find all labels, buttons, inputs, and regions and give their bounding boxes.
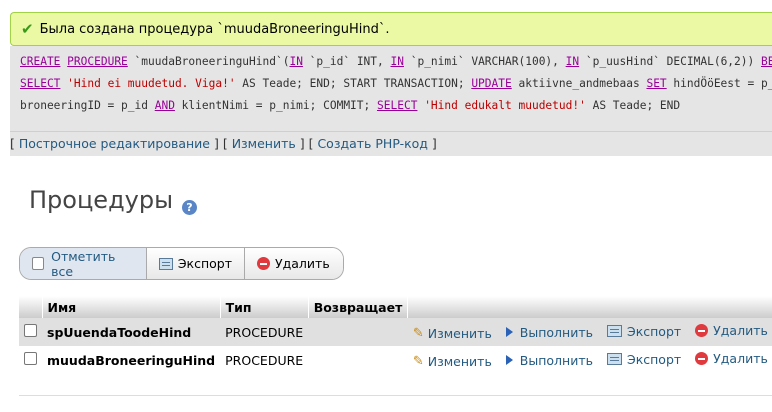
delete-action[interactable]: Удалить — [695, 323, 768, 338]
delete-action-label: Удалить — [713, 351, 768, 366]
sql-keyword[interactable]: SELECT — [20, 77, 60, 90]
sql-text: klientNimi = p_nimi; COMMIT; — [174, 99, 378, 112]
procedure-type: PROCEDURE — [220, 346, 309, 374]
delete-label: Удалить — [275, 256, 330, 271]
sql-string: 'Hind edukalt muudetud!' — [424, 99, 586, 112]
play-icon — [505, 327, 513, 337]
success-message: ✔ Была создана процедура `muudaBroneerin… — [10, 12, 772, 46]
export-icon — [606, 325, 622, 337]
success-text: Была создана процедура `muudaBroneeringu… — [39, 21, 390, 37]
delete-icon — [695, 324, 709, 337]
table-row[interactable]: spUuendaToodeHind PROCEDURE ✎ Изменить Вы… — [19, 318, 772, 346]
inline-edit-link[interactable]: Построчное редактирование — [19, 136, 210, 151]
check-all-button[interactable]: Отметить все — [20, 248, 147, 279]
sql-line: CREATE PROCEDURE `muudaBroneeringuHind`(… — [20, 51, 772, 73]
sql-keyword[interactable]: UPDATE — [471, 77, 511, 90]
sql-keyword[interactable]: IN — [566, 55, 579, 68]
export-action-label: Экспорт — [626, 351, 682, 367]
execute-action[interactable]: Выполнить — [505, 352, 593, 368]
sql-text: aktiivne_andmebaas — [511, 77, 647, 90]
export-icon — [159, 257, 173, 270]
sql-keyword[interactable]: CREATE — [20, 55, 60, 68]
sql-text: `p_nimi` VARCHAR(100), — [403, 55, 566, 68]
delete-action-label: Удалить — [713, 323, 768, 338]
delete-button[interactable]: Удалить — [245, 248, 343, 279]
sql-keyword[interactable]: PROCEDURE — [67, 55, 128, 68]
sql-string: 'Hind ei muudetud. Viga!' — [67, 77, 236, 90]
sql-keyword[interactable]: IN — [289, 55, 302, 68]
play-icon — [505, 355, 513, 365]
execute-action-label: Выполнить — [519, 352, 593, 368]
sql-keyword[interactable]: AND — [155, 99, 175, 112]
procedure-returns — [308, 318, 408, 346]
sql-keyword[interactable]: SET — [646, 77, 666, 90]
edit-action-label: Изменить — [427, 326, 492, 341]
sql-keyword[interactable]: SELECT — [377, 99, 417, 112]
page-title: Процедуры — [29, 186, 174, 214]
divider — [19, 395, 772, 396]
sql-text: AS Teade; END; START TRANSACTION; — [235, 77, 472, 90]
check-icon: ✔ — [21, 20, 34, 38]
pencil-icon: ✎ — [412, 354, 424, 369]
header-name[interactable]: Имя — [42, 296, 221, 318]
sql-text: broneeringID = p_id — [20, 99, 155, 112]
export-button[interactable]: Экспорт — [147, 248, 245, 279]
sql-keyword[interactable]: BEGIN — [761, 55, 772, 68]
header-type[interactable]: Тип — [220, 296, 309, 318]
edit-link[interactable]: Изменить — [232, 136, 296, 151]
execute-action[interactable]: Выполнить — [505, 324, 593, 340]
sql-text: hindÖöEest = p_uusHind — [673, 77, 772, 90]
header-checkbox-col — [19, 296, 43, 318]
delete-action[interactable]: Удалить — [695, 351, 768, 366]
sql-code: CREATE PROCEDURE `muudaBroneeringuHind`(… — [10, 46, 772, 132]
query-links: [ Построчное редактирование ] [ Изменить… — [10, 132, 772, 156]
help-icon[interactable]: ? — [182, 200, 197, 215]
checkbox-icon — [32, 257, 45, 270]
pencil-icon: ✎ — [412, 326, 424, 341]
procedure-name: spUuendaToodeHind — [42, 318, 221, 346]
row-checkbox[interactable] — [24, 352, 37, 365]
procedure-name: muudaBroneeringuHind — [42, 346, 221, 374]
procedure-returns — [308, 346, 408, 374]
edit-action[interactable]: ✎ Изменить — [413, 354, 492, 369]
row-actions: ✎ Изменить Выполнить Экспорт Удалить — [407, 346, 772, 374]
create-php-link[interactable]: Создать PHP-код — [317, 136, 428, 151]
bulk-toolbar: Отметить все Экспорт Удалить — [19, 247, 344, 280]
delete-icon — [257, 257, 270, 270]
export-action[interactable]: Экспорт — [606, 323, 682, 339]
check-all-label: Отметить все — [51, 248, 116, 279]
procedures-table: Имя Тип Возвращает spUuendaToodeHind PRO… — [19, 296, 772, 374]
export-icon — [606, 353, 622, 365]
sql-text: `p_id` INT, — [302, 55, 391, 68]
sql-text: `p_uusHind` DECIMAL(6,2)) — [579, 55, 761, 68]
row-checkbox[interactable] — [24, 324, 37, 337]
delete-icon — [695, 352, 709, 365]
export-action[interactable]: Экспорт — [606, 351, 682, 367]
sql-text: `muudaBroneeringuHind`( — [127, 55, 290, 68]
export-action-label: Экспорт — [626, 323, 682, 339]
sql-line: broneeringID = p_id AND klientNimi = p_n… — [20, 95, 772, 117]
sql-keyword[interactable]: IN — [391, 55, 404, 68]
edit-action-label: Изменить — [427, 354, 492, 369]
table-row[interactable]: muudaBroneeringuHind PROCEDURE ✎ Изменить… — [19, 346, 772, 374]
sql-line: SELECT 'Hind ei muudetud. Viga!' AS Tead… — [20, 73, 772, 95]
sql-query-box: CREATE PROCEDURE `muudaBroneeringuHind`(… — [10, 46, 772, 132]
edit-action[interactable]: ✎ Изменить — [413, 326, 492, 341]
header-actions — [407, 296, 772, 318]
procedure-type: PROCEDURE — [220, 318, 309, 346]
sql-text: AS Teade; END — [585, 99, 681, 112]
header-returns[interactable]: Возвращает — [308, 296, 409, 318]
export-label: Экспорт — [177, 256, 232, 271]
row-actions: ✎ Изменить Выполнить Экспорт Удалить — [407, 318, 772, 346]
execute-action-label: Выполнить — [519, 324, 593, 340]
